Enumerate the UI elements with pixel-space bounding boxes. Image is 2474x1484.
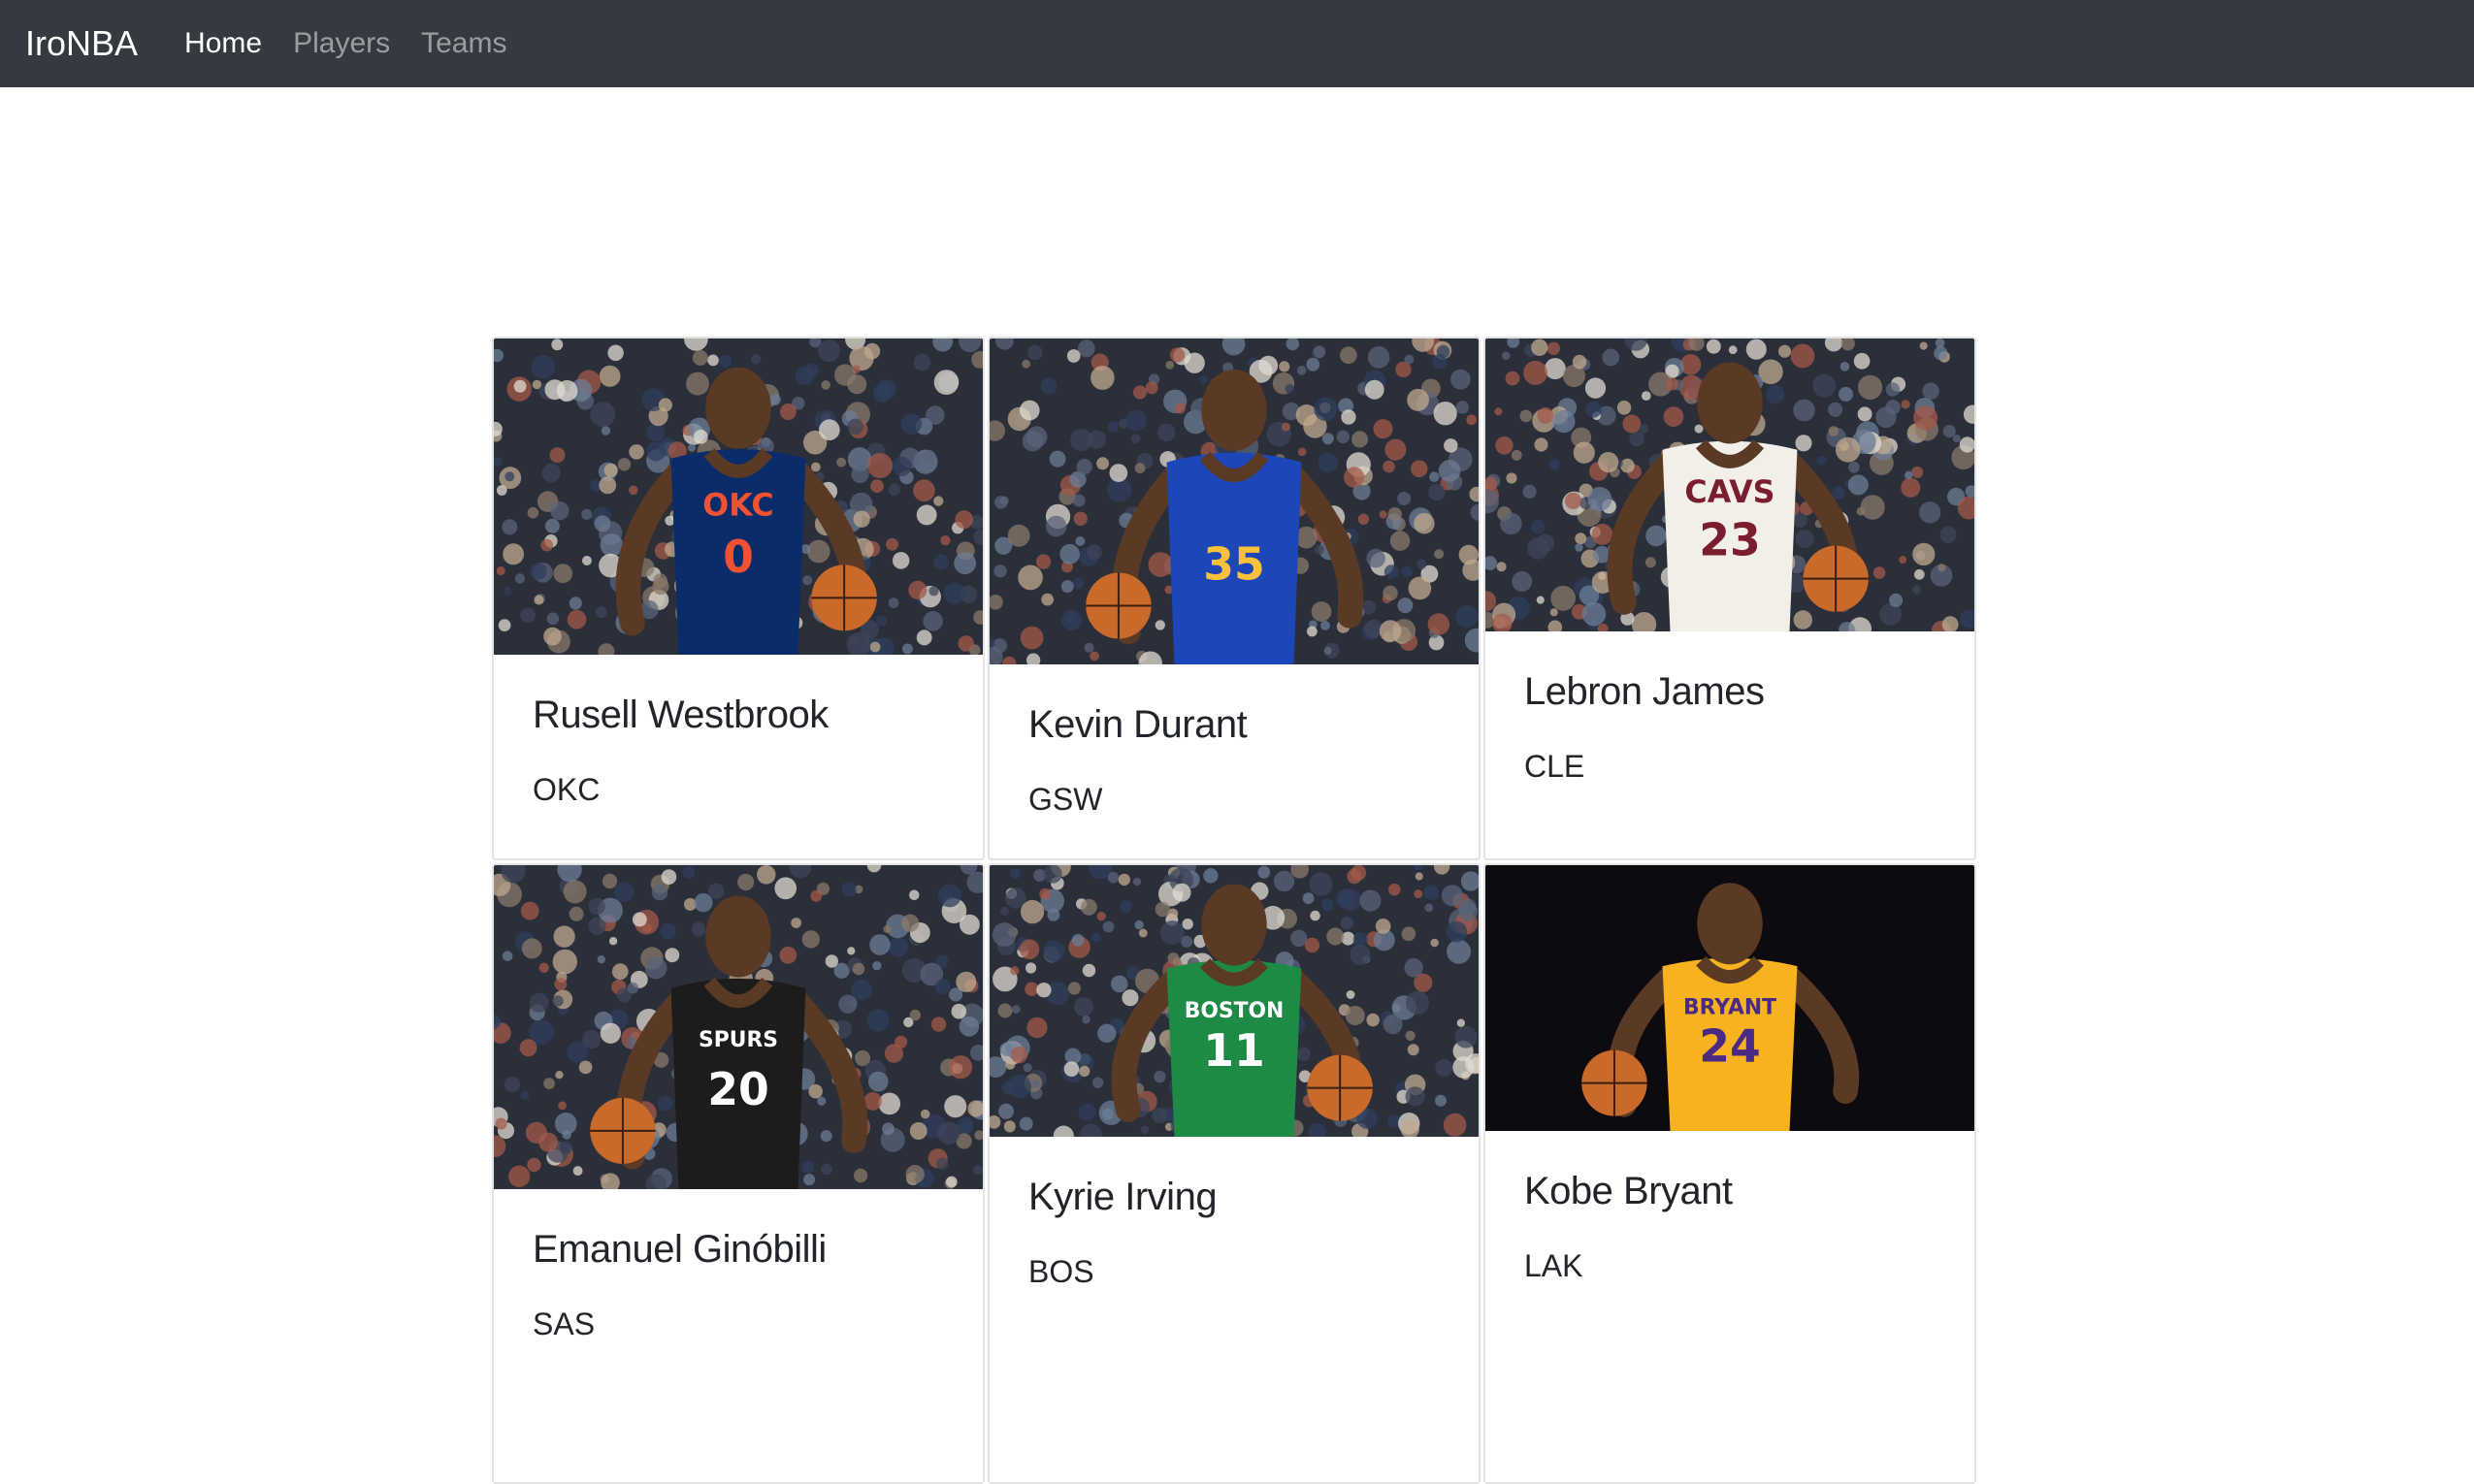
svg-text:11: 11 (1203, 1024, 1264, 1077)
player-card[interactable]: BRYANT 24 Kobe Bryant LAK (1483, 863, 1976, 1484)
player-team: BOS (1028, 1254, 1094, 1289)
player-photo: BOSTON 11 (990, 865, 1479, 1137)
player-name: Emanuel Ginóbilli (533, 1228, 827, 1271)
player-photo: SPURS 20 (494, 865, 983, 1189)
player-name: Kyrie Irving (1028, 1176, 1218, 1218)
player-name: Kevin Durant (1028, 703, 1248, 746)
player-team: OKC (533, 772, 601, 807)
card-body: Kyrie Irving BOS (990, 1137, 1479, 1290)
card-body: Kobe Bryant LAK (1485, 1131, 1974, 1284)
nav-link-players[interactable]: Players (293, 27, 390, 60)
player-photo: CAVS 23 (1485, 339, 1974, 631)
player-photo-illustration: 35 (990, 339, 1479, 664)
player-name: Lebron James (1524, 670, 1765, 713)
svg-text:CAVS: CAVS (1684, 473, 1774, 510)
player-name: Kobe Bryant (1524, 1170, 1733, 1212)
svg-text:20: 20 (707, 1063, 768, 1115)
player-card[interactable]: OKC 0 Rusell Westbrook OKC (492, 337, 985, 860)
player-photo: OKC 0 (494, 339, 983, 655)
player-photo-illustration: SPURS 20 (494, 865, 983, 1189)
card-body: Lebron James CLE (1485, 631, 1974, 785)
player-team: CLE (1524, 749, 1585, 784)
navbar: IroNBA Home Players Teams (0, 0, 2474, 87)
player-team: GSW (1028, 782, 1103, 817)
brand-logo[interactable]: IroNBA (25, 23, 138, 64)
player-card[interactable]: BOSTON 11 Kyrie Irving BOS (988, 863, 1481, 1484)
nav-link-home[interactable]: Home (184, 27, 262, 60)
player-photo: 35 (990, 339, 1479, 664)
player-card[interactable]: SPURS 20 Emanuel Ginóbilli SAS (492, 863, 985, 1484)
player-card-grid: OKC 0 Rusell Westbrook OKC 35 Kevin Duran… (492, 337, 1978, 1484)
player-card[interactable]: CAVS 23 Lebron James CLE (1483, 337, 1976, 860)
svg-text:24: 24 (1699, 1020, 1760, 1073)
player-photo-illustration: BRYANT24 (1485, 865, 1974, 1131)
player-photo: BRYANT 24 (1485, 865, 1974, 1131)
player-photo-illustration: CAVS23 (1485, 339, 1974, 631)
svg-text:35: 35 (1203, 537, 1264, 590)
nav-links: Home Players Teams (184, 27, 506, 60)
svg-text:BOSTON: BOSTON (1185, 999, 1285, 1023)
nav-link-teams[interactable]: Teams (421, 27, 506, 60)
player-photo-illustration: OKC 0 (494, 339, 983, 655)
card-body: Emanuel Ginóbilli SAS (494, 1189, 983, 1342)
card-body: Kevin Durant GSW (990, 664, 1479, 818)
player-photo-illustration: BOSTON11 (990, 865, 1479, 1137)
player-card[interactable]: 35 Kevin Durant GSW (988, 337, 1481, 860)
card-body: Rusell Westbrook OKC (494, 655, 983, 808)
svg-text:23: 23 (1699, 513, 1760, 565)
player-team: LAK (1524, 1248, 1583, 1283)
player-team: SAS (533, 1307, 596, 1341)
player-name: Rusell Westbrook (533, 694, 829, 736)
svg-text:OKC: OKC (702, 486, 773, 523)
svg-text:SPURS: SPURS (699, 1028, 778, 1052)
svg-text:BRYANT: BRYANT (1683, 995, 1776, 1019)
svg-text:0: 0 (723, 531, 754, 583)
